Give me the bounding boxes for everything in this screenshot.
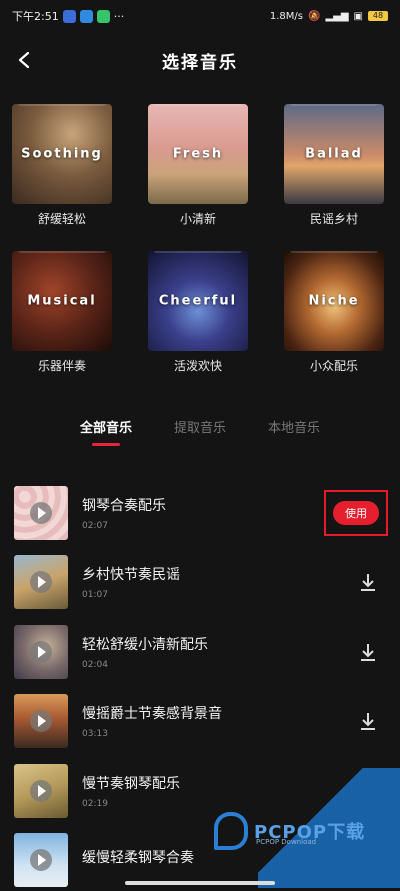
- category-cover: Musical: [12, 251, 112, 351]
- category-en-label: Musical: [27, 293, 97, 309]
- category-cn-label: 小清新: [179, 212, 216, 226]
- category-ballad[interactable]: Ballad 民谣乡村: [284, 104, 384, 227]
- category-cover: Fresh: [148, 104, 248, 204]
- app-notification-icon: [96, 9, 110, 23]
- category-en-label: Fresh: [172, 146, 224, 162]
- track-row[interactable]: 慢摇爵士节奏感背景音 03:13: [0, 687, 400, 757]
- use-button[interactable]: 使用: [333, 500, 379, 525]
- chevron-left-icon: [18, 51, 30, 69]
- category-en-label: Cheerful: [158, 293, 238, 309]
- track-title: 慢摇爵士节奏感背景音: [82, 706, 222, 723]
- track-cover: [14, 694, 68, 749]
- music-tabs: 全部音乐 提取音乐 本地音乐: [0, 417, 400, 446]
- track-row[interactable]: 乡村快节奏民谣 01:07: [0, 548, 400, 618]
- use-highlight: 使用: [324, 489, 388, 536]
- track-title: 缓慢轻柔钢琴合奏: [82, 850, 194, 867]
- download-icon[interactable]: [358, 642, 378, 662]
- play-icon[interactable]: [30, 571, 52, 594]
- category-cheerful[interactable]: Cheerful 活泼欢快: [148, 251, 248, 374]
- battery-icon: 48: [368, 11, 388, 21]
- track-row[interactable]: 轻松舒缓小清新配乐 02:04: [0, 617, 400, 687]
- tab-all-music[interactable]: 全部音乐: [80, 417, 132, 446]
- category-cover: Niche: [284, 251, 384, 351]
- track-cover: [14, 624, 68, 679]
- home-indicator[interactable]: [125, 881, 275, 885]
- back-button[interactable]: [10, 46, 38, 74]
- category-grid: Soothing 舒缓轻松 Fresh 小清新 Ballad 民谣乡村 Musi…: [12, 104, 388, 374]
- app-notification-icon: [62, 9, 76, 23]
- category-musical[interactable]: Musical 乐器伴奏: [12, 251, 112, 374]
- page-title: 选择音乐: [162, 52, 238, 73]
- status-bar: 下午2:51 ··· 1.8M/s 🔕 ▂▄▆ ▣ 48: [0, 0, 400, 32]
- play-icon[interactable]: [30, 779, 52, 802]
- track-duration: 02:07: [82, 520, 108, 531]
- track-title: 钢琴合奏配乐: [82, 497, 166, 514]
- category-cn-label: 民谣乡村: [309, 212, 358, 226]
- mute-icon: 🔕: [308, 10, 321, 22]
- signal-icon: ▂▄▆: [325, 10, 349, 22]
- status-time: 下午2:51: [12, 10, 59, 23]
- download-icon[interactable]: [358, 711, 378, 731]
- category-en-label: Niche: [308, 293, 360, 309]
- track-title: 慢节奏钢琴配乐: [82, 775, 180, 792]
- wifi-icon: ▣: [353, 10, 363, 22]
- download-icon[interactable]: [358, 572, 378, 592]
- category-cn-label: 乐器伴奏: [37, 359, 86, 373]
- track-duration: 01:07: [82, 590, 108, 601]
- track-cover: [14, 485, 68, 540]
- category-fresh[interactable]: Fresh 小清新: [148, 104, 248, 227]
- category-cover: Soothing: [12, 104, 112, 204]
- category-cover: Cheerful: [148, 251, 248, 351]
- track-duration: 02:19: [82, 798, 108, 809]
- track-title: 乡村快节奏民谣: [82, 567, 180, 584]
- category-en-label: Soothing: [21, 146, 103, 162]
- more-notifications: ···: [113, 9, 125, 23]
- header: 选择音乐: [0, 40, 400, 80]
- category-en-label: Ballad: [305, 146, 363, 162]
- track-cover: [14, 555, 68, 610]
- category-cover: Ballad: [284, 104, 384, 204]
- tab-local-music[interactable]: 本地音乐: [268, 417, 320, 436]
- category-cn-label: 活泼欢快: [173, 359, 222, 373]
- track-duration: 02:04: [82, 659, 108, 670]
- network-speed: 1.8M/s: [269, 10, 304, 22]
- track-cover: [14, 833, 68, 888]
- app-notification-icon: [79, 9, 93, 23]
- play-icon[interactable]: [30, 849, 52, 872]
- play-icon[interactable]: [30, 640, 52, 663]
- play-icon[interactable]: [30, 501, 52, 524]
- watermark-subtitle: PCPOP Download: [256, 838, 317, 846]
- category-cn-label: 舒缓轻松: [37, 212, 86, 226]
- track-title: 轻松舒缓小清新配乐: [82, 636, 208, 653]
- play-icon[interactable]: [30, 710, 52, 733]
- track-cover: [14, 763, 68, 818]
- category-cn-label: 小众配乐: [309, 359, 358, 373]
- category-soothing[interactable]: Soothing 舒缓轻松: [12, 104, 112, 227]
- category-niche[interactable]: Niche 小众配乐: [284, 251, 384, 374]
- track-duration: 03:13: [82, 729, 108, 740]
- track-row[interactable]: 钢琴合奏配乐 02:07 使用: [0, 478, 400, 548]
- pcpop-logo-icon: [214, 812, 248, 850]
- tab-extract-music[interactable]: 提取音乐: [174, 417, 226, 436]
